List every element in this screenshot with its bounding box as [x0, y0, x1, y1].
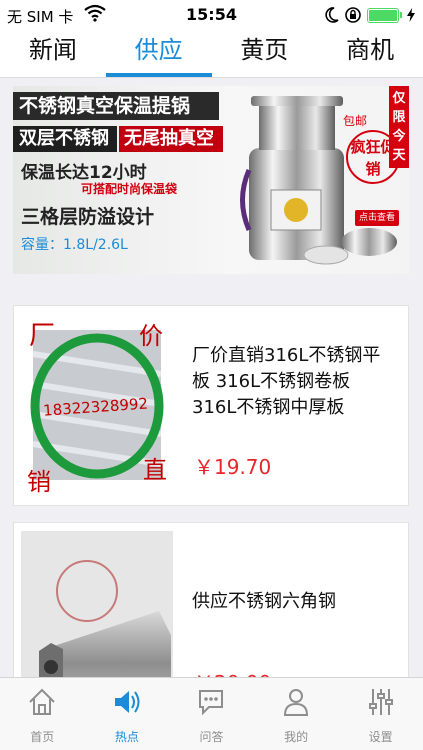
tab-mine[interactable]: 我的 — [254, 678, 339, 750]
image-char-tr: 价 — [139, 322, 163, 350]
user-icon — [284, 689, 309, 716]
tab-home-label: 首页 — [30, 730, 55, 744]
product-name: 厂价直销316L不锈钢平板 316L不锈钢卷板 316L不锈钢中厚板 — [192, 345, 381, 418]
moon-icon — [325, 7, 339, 23]
banner-today-only: 仅限今天 — [389, 86, 409, 168]
home-icon — [29, 688, 56, 715]
tab-news[interactable]: 新闻 — [0, 30, 106, 77]
product-card[interactable]: 供应不锈钢六角钢 ￥20.00 — [13, 522, 409, 715]
tab-qa[interactable]: 问答 — [169, 678, 254, 750]
image-char-br: 直 — [143, 456, 167, 484]
tab-mine-label: 我的 — [284, 730, 309, 744]
tab-yellow-pages[interactable]: 黄页 — [212, 30, 318, 77]
sliders-icon — [368, 689, 393, 715]
status-bar: 无 SIM 卡 15:54 — [0, 0, 423, 30]
banner-feature-2: 无尾抽真空 — [119, 126, 223, 152]
image-char-bl: 销 — [27, 468, 51, 496]
tab-business[interactable]: 商机 — [317, 30, 423, 77]
banner-title: 不锈钢真空保温提锅 — [13, 92, 219, 120]
promo-banner[interactable]: 不锈钢真空保温提锅 双层不锈钢 无尾抽真空 保温长达12小时 可搭配时尚保温袋 … — [13, 86, 409, 274]
tab-supply[interactable]: 供应 — [105, 30, 212, 77]
chat-icon — [199, 690, 224, 716]
banner-feature-4: 可搭配时尚保温袋 — [81, 182, 178, 196]
battery-tip — [400, 12, 402, 18]
product-price: ￥19.70 — [194, 455, 272, 479]
tab-hot[interactable]: 热点 — [85, 678, 170, 750]
speaker-icon — [114, 691, 140, 713]
battery-icon — [367, 7, 399, 23]
product-image: 厂 价 销 直 18322328992 — [21, 314, 173, 498]
tab-settings-label: 设置 — [368, 730, 393, 744]
app-screen: 无 SIM 卡 15:54 新闻 供应 黄页 商机 不锈钢真空保温提锅 双层不锈… — [0, 0, 423, 750]
banner-capacity: 容量：1.8L/2.6L — [21, 237, 128, 253]
banner-free-shipping: 包邮 — [343, 114, 368, 128]
category-tabs: 新闻 供应 黄页 商机 — [0, 30, 423, 78]
banner-view-button[interactable]: 点击查看 — [354, 210, 399, 226]
tab-qa-label: 问答 — [199, 730, 224, 744]
banner-feature-5: 三格层防溢设计 — [21, 206, 155, 228]
tab-home[interactable]: 首页 — [0, 678, 85, 750]
tab-hot-label: 热点 — [114, 730, 139, 744]
banner-feature-1: 双层不锈钢 — [13, 126, 117, 152]
tab-settings[interactable]: 设置 — [338, 678, 423, 750]
product-name: 供应不锈钢六角钢 — [192, 591, 336, 612]
image-char-tl: 厂 — [29, 321, 55, 351]
charging-icon — [407, 8, 415, 22]
bottom-tab-bar: 首页 热点 问答 我的 设置 — [0, 677, 423, 750]
product-card[interactable]: 厂 价 销 直 18322328992 厂价直销316L不锈钢平板 316L不锈… — [13, 305, 409, 506]
status-icons — [325, 5, 415, 25]
rotation-lock-icon — [345, 7, 361, 23]
